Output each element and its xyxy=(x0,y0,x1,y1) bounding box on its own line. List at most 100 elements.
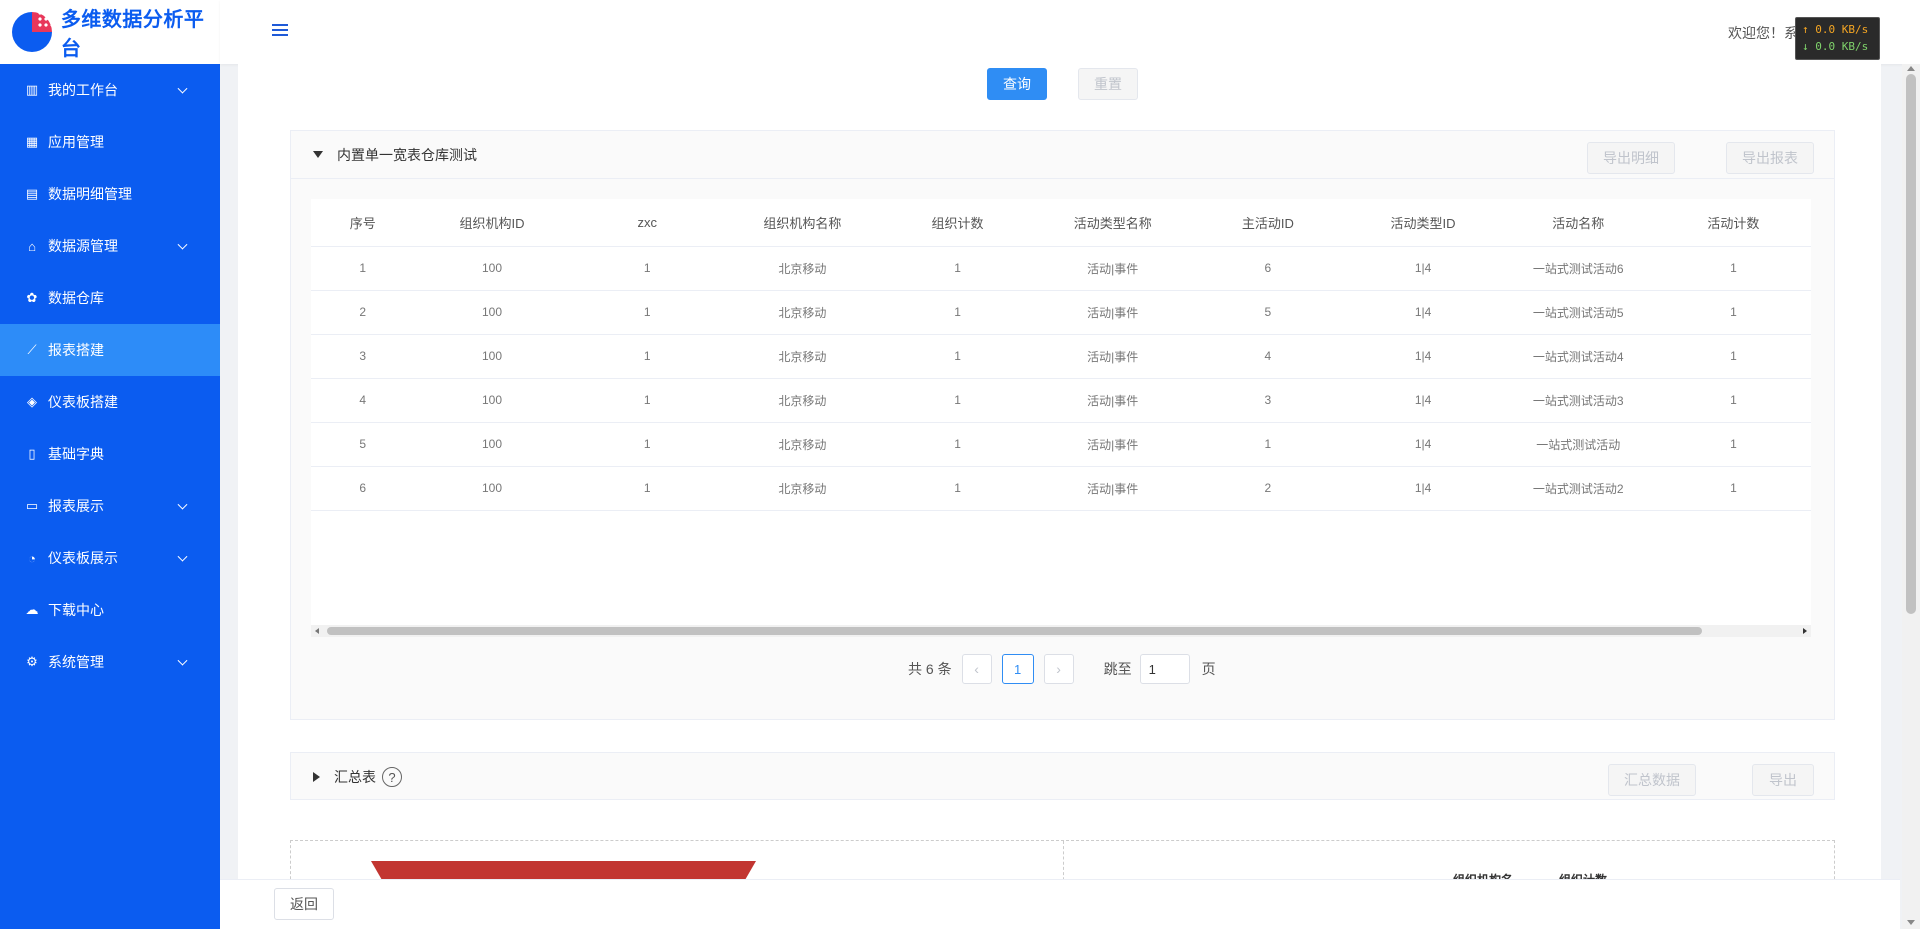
scroll-up-icon[interactable] xyxy=(1907,66,1915,71)
help-icon[interactable]: ? xyxy=(382,767,402,787)
table-row[interactable]: 5 100 1 北京移动 1 活动|事件 1 1|4 一站式测试活动 1 xyxy=(311,422,1811,467)
sidebar-item[interactable]: ⚙ 系统管理 xyxy=(0,636,220,688)
summary-data-button[interactable]: 汇总数据 xyxy=(1608,764,1696,796)
table-cell: 4 xyxy=(1190,334,1346,379)
prev-page-button[interactable]: ‹ xyxy=(961,654,992,684)
sidebar-item[interactable]: ⟋ 报表搭建 xyxy=(0,324,220,376)
detail-table: 序号 组织机构ID zxc 组织机构名称 组织计数 活动类型名称 主活动ID 活动类型ID 活动… xyxy=(311,199,1811,511)
collapse-caret-icon[interactable] xyxy=(313,151,323,158)
table-cell: 活动|事件 xyxy=(1035,378,1191,423)
table-row[interactable]: 1 100 1 北京移动 1 活动|事件 6 1|4 一站式测试活动6 1 xyxy=(311,246,1811,291)
sidebar-item[interactable]: ◔ 仪表板展示 xyxy=(0,532,220,584)
chart-divider xyxy=(1063,841,1064,879)
page-scrollbar[interactable] xyxy=(1902,64,1920,929)
back-button[interactable]: 返回 xyxy=(274,888,334,920)
sidebar-item[interactable]: ▥ 我的工作台 xyxy=(0,64,220,116)
sidebar-item-label: 报表展示 xyxy=(48,498,104,514)
table-body: 1 100 1 北京移动 1 活动|事件 6 1|4 一站式测试活动6 1 2 100 1 北京移动 1 活动… xyxy=(311,246,1811,511)
query-button[interactable]: 查询 xyxy=(987,68,1047,100)
table-cell: 1 xyxy=(1190,422,1346,467)
jump-page-input[interactable]: 1 xyxy=(1139,654,1190,684)
table-cell: 100 xyxy=(414,466,570,511)
table-row[interactable]: 6 100 1 北京移动 1 活动|事件 2 1|4 一站式测试活动2 1 xyxy=(311,466,1811,511)
app-title: 多维数据分析平台 xyxy=(60,9,205,60)
column-header[interactable]: zxc xyxy=(569,199,725,247)
table-cell: 1|4 xyxy=(1345,246,1501,291)
table-cell: 1 xyxy=(879,378,1036,423)
horizontal-scroll-thumb[interactable] xyxy=(327,627,1702,635)
table-cell: 1|4 xyxy=(1345,422,1501,467)
sidebar-item-label: 数据仓库 xyxy=(48,290,104,306)
scroll-down-icon[interactable] xyxy=(1907,920,1915,925)
sidebar-item-label: 数据源管理 xyxy=(48,238,118,254)
sidebar-item-label: 应用管理 xyxy=(48,134,104,150)
funnel-chart-bar xyxy=(371,861,756,879)
column-header[interactable]: 组织机构ID xyxy=(414,199,570,247)
table-header-row: 序号 组织机构ID zxc 组织机构名称 组织计数 活动类型名称 主活动ID 活动类型ID 活动… xyxy=(311,199,1811,247)
table-cell: 1 xyxy=(311,246,415,291)
column-header[interactable]: 组织计数 xyxy=(879,199,1036,247)
jump-label: 跳至 xyxy=(1103,661,1132,677)
sidebar-item-label: 下载中心 xyxy=(48,602,104,618)
column-header[interactable]: 活动计数 xyxy=(1655,199,1811,247)
summary-panel: 汇总表 ? 汇总数据 导出 xyxy=(290,752,1835,800)
page-scroll-thumb[interactable] xyxy=(1906,74,1916,614)
summary-panel-header[interactable]: 汇总表 ? 汇总数据 导出 xyxy=(291,753,1834,801)
export-report-button[interactable]: 导出报表 xyxy=(1726,142,1814,174)
sidebar-item[interactable]: ◈ 仪表板搭建 xyxy=(0,376,220,428)
export-detail-button[interactable]: 导出明细 xyxy=(1587,142,1675,174)
table-row[interactable]: 2 100 1 北京移动 1 活动|事件 5 1|4 一站式测试活动5 1 xyxy=(311,290,1811,335)
warehouse-icon: ✿ xyxy=(26,290,38,305)
chevron-down-icon[interactable] xyxy=(177,551,188,562)
table-cell: 1 xyxy=(879,334,1036,379)
page-number-button[interactable]: 1 xyxy=(1001,654,1034,684)
column-header[interactable]: 活动类型名称 xyxy=(1035,199,1191,247)
next-page-button[interactable]: › xyxy=(1043,654,1074,684)
chevron-down-icon[interactable] xyxy=(177,655,188,666)
column-header[interactable]: 活动类型ID xyxy=(1345,199,1501,247)
table-row[interactable]: 4 100 1 北京移动 1 活动|事件 3 1|4 一站式测试活动3 1 xyxy=(311,378,1811,423)
summary-panel-title: 汇总表 xyxy=(334,769,376,785)
sidebar-item[interactable]: ▦ 应用管理 xyxy=(0,116,220,168)
chevron-down-icon[interactable] xyxy=(177,83,188,94)
sidebar-item[interactable]: ☁ 下载中心 xyxy=(0,584,220,636)
table-cell: 5 xyxy=(1190,290,1346,335)
dashboard-icon: ▥ xyxy=(25,82,39,97)
scroll-left-icon[interactable] xyxy=(315,628,319,634)
sidebar-item-label: 基础字典 xyxy=(48,446,104,462)
export-button[interactable]: 导出 xyxy=(1752,764,1814,796)
table-cell: 1 xyxy=(569,290,725,335)
table-cell: 一站式测试活动2 xyxy=(1500,466,1656,511)
table-cell: 1 xyxy=(569,422,725,467)
chevron-down-icon[interactable] xyxy=(177,499,188,510)
detail-panel-header[interactable]: 内置单一宽表仓库测试 导出明细 导出报表 xyxy=(291,131,1834,179)
table-cell: 3 xyxy=(1190,378,1346,423)
table-row[interactable]: 3 100 1 北京移动 1 活动|事件 4 1|4 一站式测试活动4 1 xyxy=(311,334,1811,379)
detail-table-container: 序号 组织机构ID zxc 组织机构名称 组织计数 活动类型名称 主活动ID 活动类型ID 活动… xyxy=(311,199,1811,637)
table-cell: 2 xyxy=(1190,466,1346,511)
table-cell: 1|4 xyxy=(1345,334,1501,379)
table-cell: 一站式测试活动 xyxy=(1500,422,1656,467)
table-cell: 1 xyxy=(879,290,1036,335)
expand-caret-icon[interactable] xyxy=(313,772,320,782)
column-header[interactable]: 活动名称 xyxy=(1500,199,1656,247)
sidebar-item[interactable]: ⌂ 数据源管理 xyxy=(0,220,220,272)
scroll-right-icon[interactable] xyxy=(1803,628,1807,634)
horizontal-scrollbar[interactable] xyxy=(311,625,1811,637)
sidebar-item[interactable]: ✿ 数据仓库 xyxy=(0,272,220,324)
reset-button[interactable]: 重置 xyxy=(1078,68,1138,100)
menu-toggle-icon[interactable] xyxy=(272,24,288,36)
sidebar-item-label: 数据明细管理 xyxy=(48,186,132,202)
table-cell: 北京移动 xyxy=(724,378,880,423)
chevron-down-icon[interactable] xyxy=(177,239,188,250)
table-cell: 北京移动 xyxy=(724,334,880,379)
column-header[interactable]: 组织机构名称 xyxy=(724,199,880,247)
column-header[interactable]: 序号 xyxy=(311,199,415,247)
sidebar-item[interactable]: ▯ 基础字典 xyxy=(0,428,220,480)
column-header[interactable]: 主活动ID xyxy=(1190,199,1346,247)
sidebar-item[interactable]: ▤ 数据明细管理 xyxy=(0,168,220,220)
network-speed-widget: ↑ 0.0 KB/s ↓ 0.0 KB/s xyxy=(1795,17,1880,60)
sidebar-item[interactable]: ▭ 报表展示 xyxy=(0,480,220,532)
table-cell: 4 xyxy=(311,378,415,423)
table-cell: 活动|事件 xyxy=(1035,290,1191,335)
